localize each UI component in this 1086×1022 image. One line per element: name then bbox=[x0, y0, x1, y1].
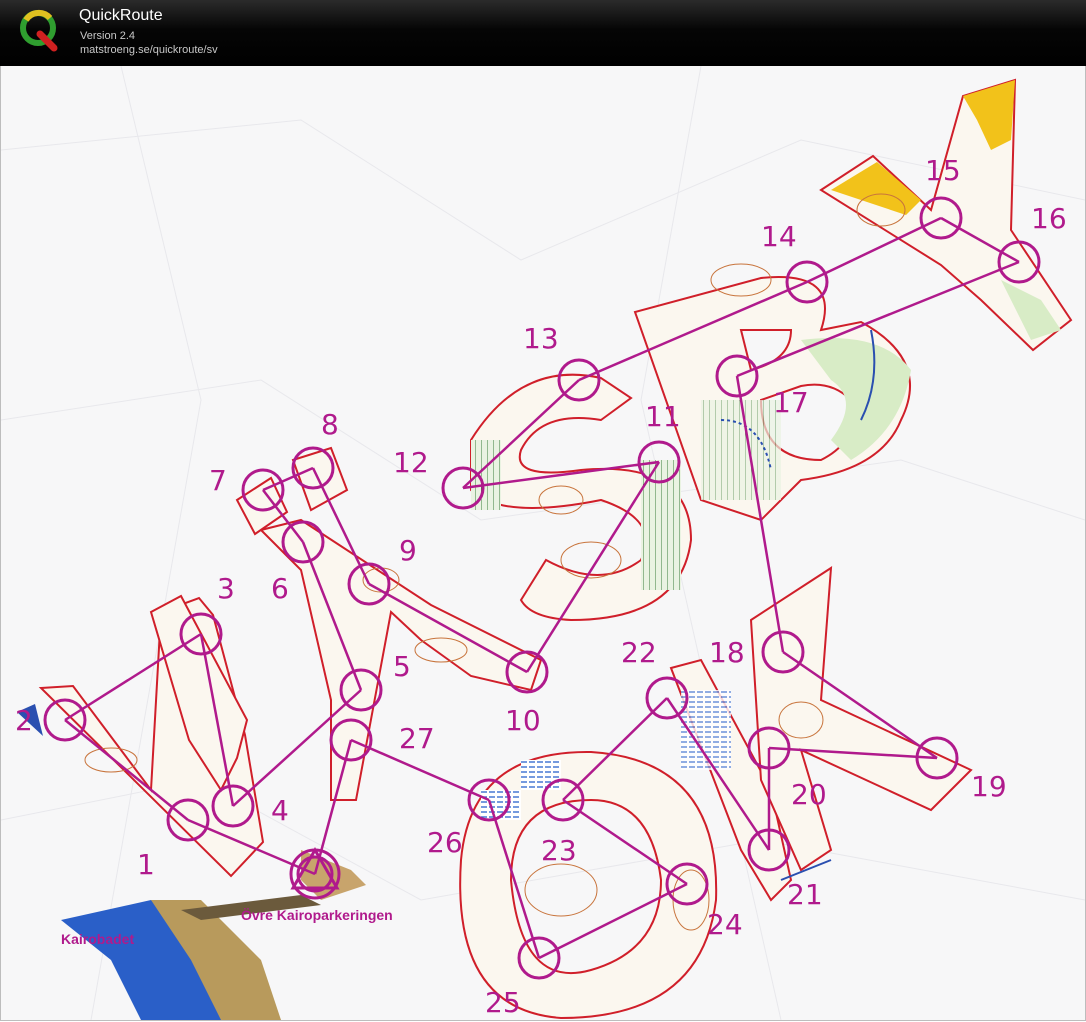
control-label-9: 9 bbox=[399, 534, 417, 567]
control-label-25: 25 bbox=[485, 986, 521, 1019]
control-label-15: 15 bbox=[925, 154, 961, 187]
control-label-10: 10 bbox=[505, 704, 541, 737]
quickroute-logo-icon bbox=[20, 9, 58, 52]
control-label-13: 13 bbox=[523, 322, 559, 355]
control-label-5: 5 bbox=[393, 650, 411, 683]
map-view[interactable]: 1 2 3 4 5 6 7 8 9 10 11 12 13 14 15 16 17 18 19 20 21 22 23 24 2… bbox=[0, 66, 1086, 1021]
control-label-18: 18 bbox=[709, 636, 745, 669]
place-label-parking: Övre Kairoparkeringen bbox=[241, 907, 393, 923]
control-label-4: 4 bbox=[271, 794, 289, 827]
control-label-23: 23 bbox=[541, 834, 577, 867]
control-label-2: 2 bbox=[15, 704, 33, 737]
control-label-14: 14 bbox=[761, 220, 797, 253]
control-label-21: 21 bbox=[787, 878, 823, 911]
control-label-12: 12 bbox=[393, 446, 429, 479]
control-label-8: 8 bbox=[321, 408, 339, 441]
control-label-7: 7 bbox=[209, 464, 227, 497]
app-version: Version 2.4 bbox=[80, 30, 136, 42]
control-label-11: 11 bbox=[645, 400, 681, 433]
app-url: matstroeng.se/quickroute/sv bbox=[80, 44, 218, 56]
place-label-beach: Kairobadet bbox=[61, 931, 134, 947]
control-label-22: 22 bbox=[621, 636, 657, 669]
map-letters bbox=[38, 78, 1073, 1020]
control-label-16: 16 bbox=[1031, 202, 1067, 235]
app-title: QuickRoute bbox=[79, 7, 163, 24]
control-label-24: 24 bbox=[707, 908, 743, 941]
control-label-26: 26 bbox=[427, 826, 463, 859]
control-label-3: 3 bbox=[217, 572, 235, 605]
control-label-19: 19 bbox=[971, 770, 1007, 803]
orienteering-map[interactable]: 1234567891011121314151617181920212223242… bbox=[1, 66, 1085, 1020]
title-bar: QuickRoute Version 2.4 matstroeng.se/qui… bbox=[0, 0, 1086, 66]
control-label-17: 17 bbox=[773, 386, 809, 419]
control-label-20: 20 bbox=[791, 778, 827, 811]
control-label-1: 1 bbox=[137, 848, 155, 881]
control-label-27: 27 bbox=[399, 722, 435, 755]
control-label-6: 6 bbox=[271, 572, 289, 605]
